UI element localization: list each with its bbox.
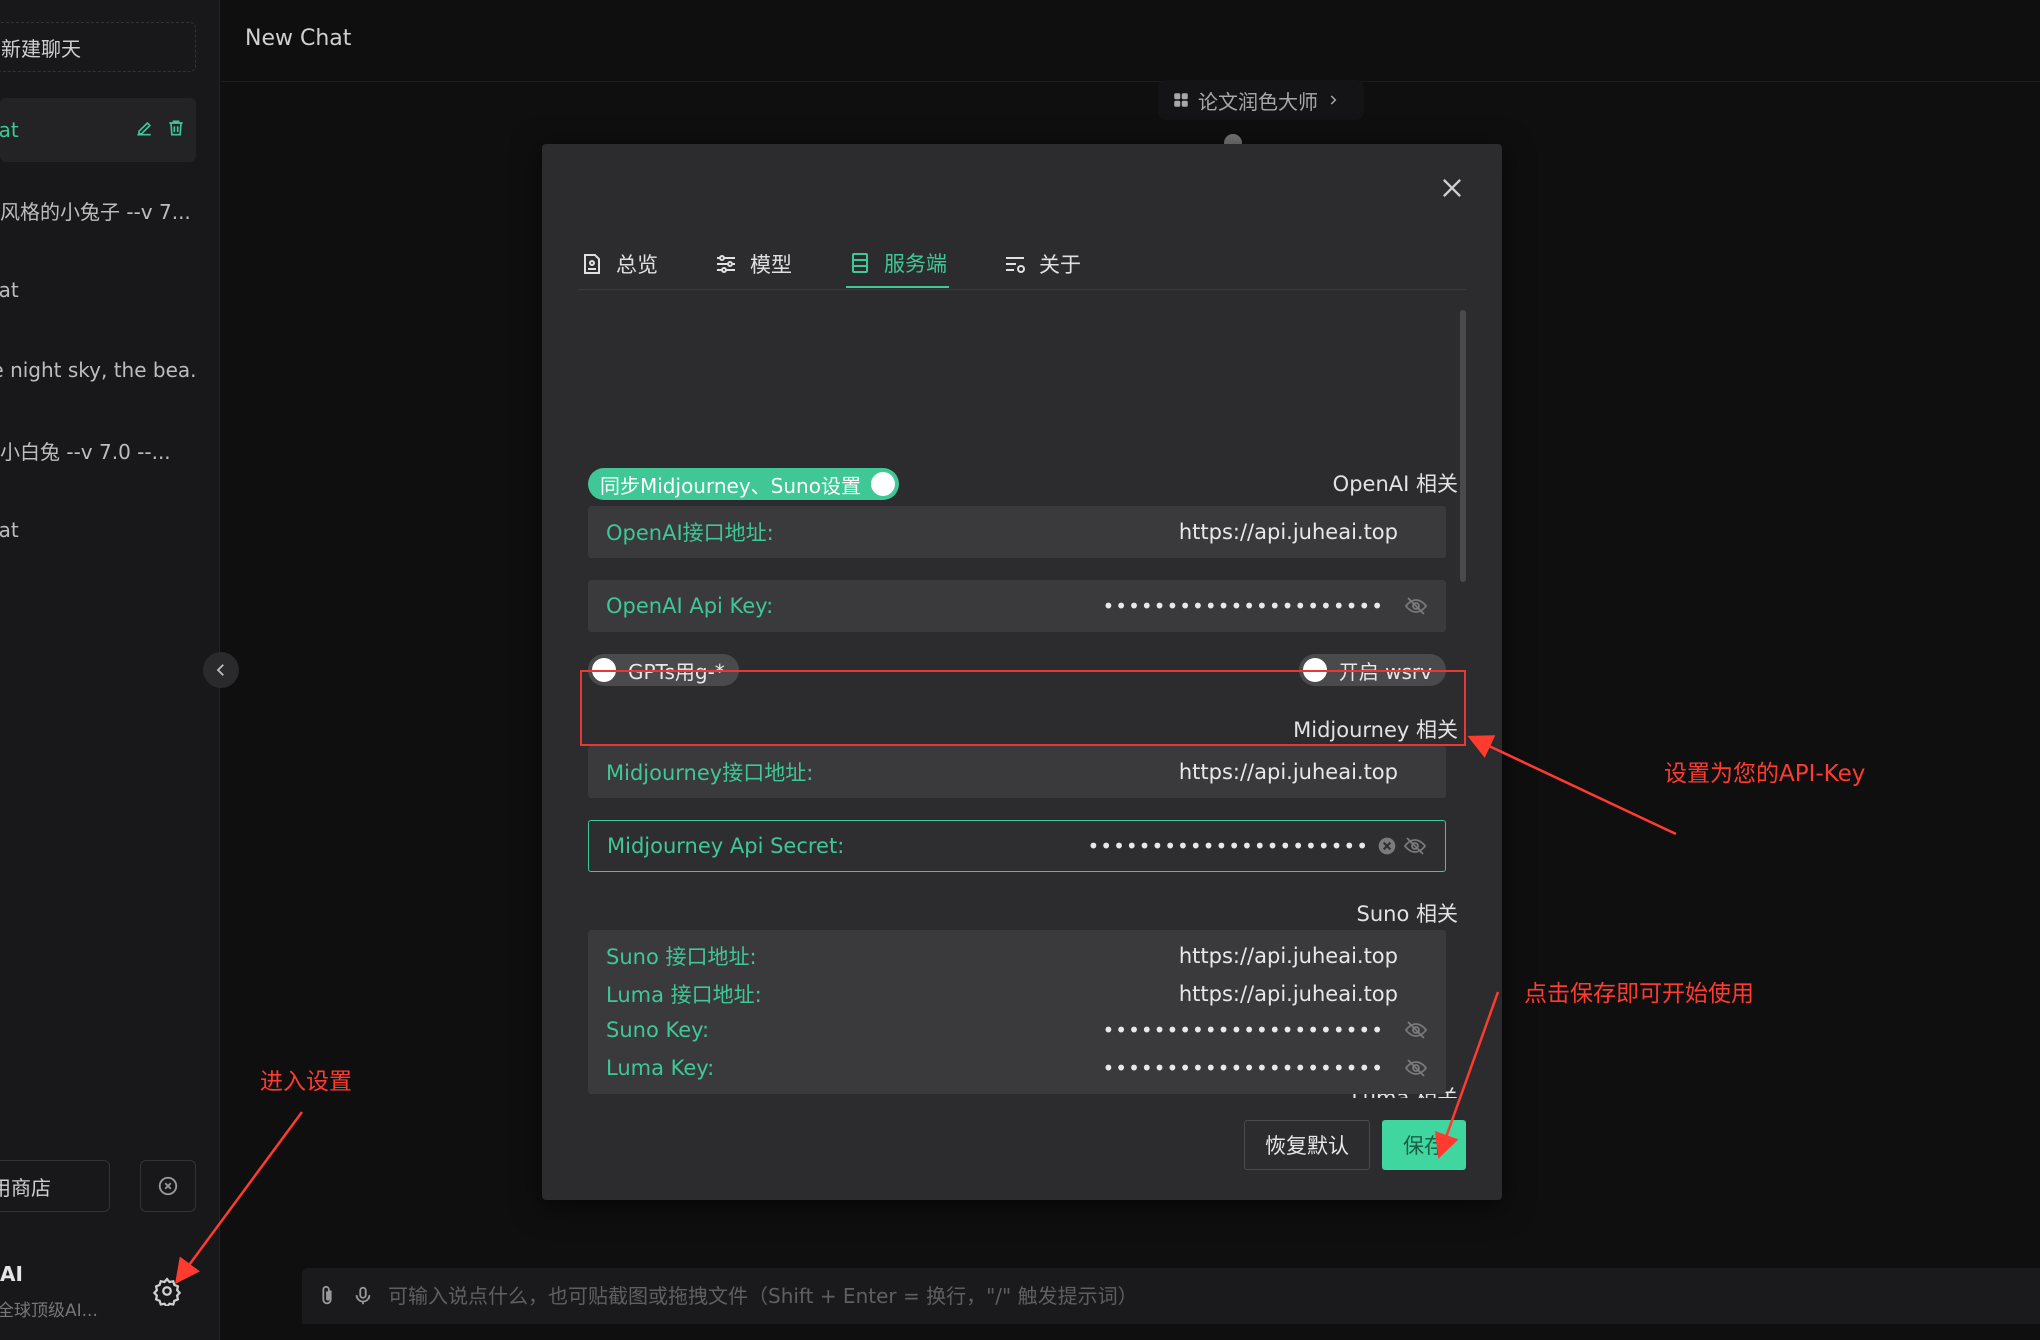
history-item-title: New Chat	[0, 278, 19, 302]
masked-value: ••••••••••••••••••••••	[1102, 1056, 1384, 1080]
server-icon	[852, 253, 868, 273]
history-item-title: 一只小白兔 --v 7.0 --...	[0, 439, 171, 464]
tab-server[interactable]: 服务端	[846, 240, 949, 288]
eye-off-icon[interactable]	[1404, 1018, 1428, 1042]
document-icon	[584, 254, 600, 274]
field-label: Suno 接口地址:	[606, 945, 757, 969]
sidebar: 新建聊天 New Chat 吉卜力风格的小兔子 --v 7... New Cha…	[0, 0, 220, 1340]
history-item-title: Under the night sky, the bea...	[0, 358, 196, 382]
sliders-icon	[717, 255, 735, 273]
chat-title: New Chat	[245, 26, 352, 51]
eye-off-icon[interactable]	[1404, 1056, 1428, 1080]
openai-url-field[interactable]: OpenAI接口地址: https://api.juheai.top	[588, 506, 1446, 558]
history-item[interactable]: 吉卜力风格的小兔子 --v 7...	[0, 178, 196, 242]
history-item[interactable]: 一只小白兔 --v 7.0 --...	[0, 418, 196, 482]
brand-name: AI	[0, 1262, 23, 1286]
save-button[interactable]: 保存	[1382, 1120, 1466, 1170]
field-value: https://api.juheai.top	[1178, 520, 1398, 544]
new-chat-button[interactable]: 新建聊天	[0, 22, 196, 72]
chevron-left-icon	[216, 664, 224, 676]
history-item[interactable]: Under the night sky, the bea...	[0, 338, 196, 402]
field-label: Luma 接口地址:	[606, 983, 762, 1007]
grid-icon	[1174, 93, 1188, 107]
arrow-to-secret	[1467, 735, 1677, 836]
chat-input[interactable]	[388, 1284, 2040, 1308]
midjourney-url-field[interactable]: Midjourney接口地址: https://api.juheai.top	[588, 746, 1446, 798]
section-openai: OpenAI 相关	[1332, 472, 1458, 496]
field-label: Luma Key:	[606, 1056, 715, 1080]
luma-url-field[interactable]: Luma 接口地址: https://api.juheai.top	[588, 968, 1446, 1020]
history-item[interactable]: New Chat	[0, 258, 196, 322]
clear-button[interactable]	[140, 1160, 196, 1212]
app-root: 新建聊天 New Chat 吉卜力风格的小兔子 --v 7... New Cha…	[0, 0, 2040, 1340]
tab-label: 关于	[1039, 253, 1081, 277]
settings-tabs: 总览 模型 服务端 关于	[578, 240, 1466, 290]
annotation-save: 点击保存即可开始使用	[1524, 981, 1754, 1007]
field-value: https://api.juheai.top	[1178, 760, 1398, 784]
field-value: https://api.juheai.top	[1178, 944, 1398, 968]
attachment-icon[interactable]	[316, 1285, 338, 1307]
history-item-title: New Chat	[0, 518, 19, 542]
prompt-chip[interactable]: 论文润色大师	[1158, 80, 1364, 120]
list-settings-icon	[1006, 257, 1025, 273]
tab-overview[interactable]: 总览	[578, 240, 660, 288]
annotation-settings: 进入设置	[260, 1069, 352, 1095]
prompt-chip-label: 论文润色大师	[1198, 89, 1318, 114]
app-store-label: 应用商店	[0, 1175, 51, 1200]
sync-toggle-label: 同步Midjourney、Suno设置	[600, 473, 861, 498]
tab-label: 总览	[616, 253, 658, 277]
chat-header: New Chat	[221, 0, 2040, 82]
history-item[interactable]: New Chat	[0, 498, 196, 562]
toggle-knob	[870, 472, 895, 496]
edit-icon[interactable]	[134, 118, 154, 138]
openai-key-field[interactable]: OpenAI Api Key: ••••••••••••••••••••••	[588, 580, 1446, 632]
annotation-api-key: 设置为您的API-Key	[1664, 761, 1866, 787]
brand-subtitle: 让全球顶级AI...	[0, 1296, 98, 1321]
chevron-right-icon	[1330, 95, 1337, 105]
trash-icon[interactable]	[166, 118, 186, 138]
collapse-sidebar-button[interactable]	[203, 652, 239, 688]
annotation-highlight-box	[580, 670, 1466, 746]
reset-defaults-button[interactable]: 恢复默认	[1244, 1120, 1370, 1170]
tab-label: 服务端	[884, 252, 947, 276]
history-item-title: 吉卜力风格的小兔子 --v 7...	[0, 199, 191, 224]
settings-gear-icon[interactable]	[152, 1276, 182, 1306]
section-suno: Suno 相关	[1356, 902, 1458, 926]
microphone-icon[interactable]	[352, 1285, 374, 1307]
luma-key-field[interactable]: Luma Key: ••••••••••••••••••••••	[588, 1042, 1446, 1094]
eye-off-icon[interactable]	[1403, 834, 1427, 858]
field-value: https://api.juheai.top	[1178, 982, 1398, 1006]
tab-label: 模型	[750, 253, 792, 277]
close-circle-icon	[158, 1176, 178, 1196]
sync-mj-suno-toggle[interactable]: 同步Midjourney、Suno设置	[588, 468, 899, 500]
history-item[interactable]: New Chat	[0, 98, 196, 162]
chat-input-bar	[302, 1268, 2040, 1324]
clear-icon[interactable]	[1377, 836, 1397, 856]
close-icon[interactable]	[1438, 174, 1466, 202]
brand-subtitle-text: 让全球顶级AI...	[0, 1301, 98, 1321]
tab-model[interactable]: 模型	[712, 240, 794, 288]
history-item-title: New Chat	[0, 118, 19, 142]
scrollbar[interactable]	[1460, 310, 1466, 582]
field-label: Suno Key:	[606, 1018, 710, 1042]
field-label: Midjourney Api Secret:	[607, 834, 845, 858]
tab-about[interactable]: 关于	[1001, 240, 1083, 288]
app-store-button[interactable]: 应用商店	[0, 1160, 110, 1212]
eye-off-icon[interactable]	[1404, 594, 1428, 618]
field-label: OpenAI接口地址:	[606, 521, 774, 545]
masked-value: ••••••••••••••••••••••	[1102, 594, 1384, 618]
midjourney-secret-field[interactable]: Midjourney Api Secret: •••••••••••••••••…	[588, 820, 1446, 872]
masked-value: ••••••••••••••••••••••	[1087, 834, 1369, 858]
masked-value: ••••••••••••••••••••••	[1102, 1018, 1384, 1042]
field-label: OpenAI Api Key:	[606, 594, 774, 618]
field-label: Midjourney接口地址:	[606, 761, 814, 785]
